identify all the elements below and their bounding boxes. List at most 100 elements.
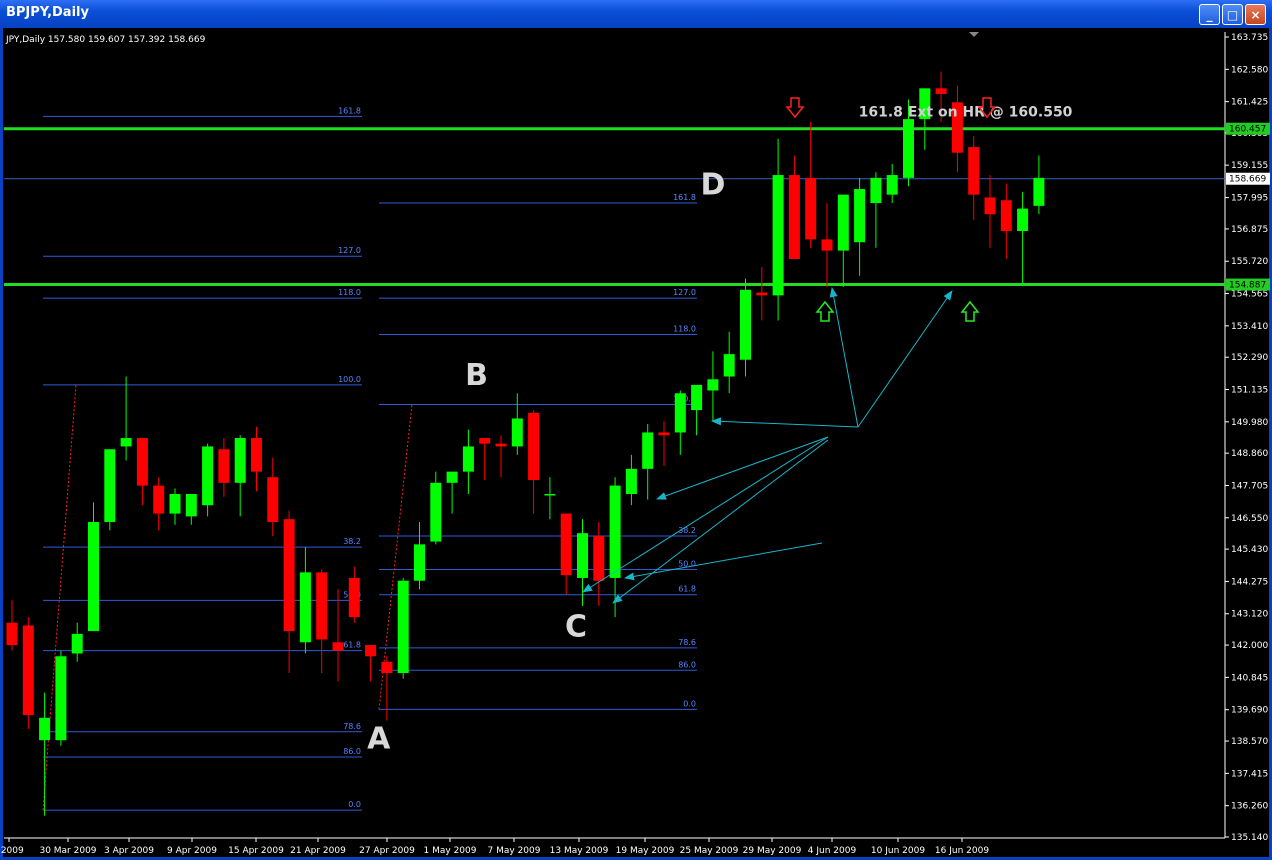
candle-body <box>625 468 637 495</box>
time-tick-label: 10 Jun 2009 <box>871 846 925 856</box>
candle-body <box>136 438 148 486</box>
fib-level-label: 127.0 <box>673 288 696 297</box>
fib-level-label: 78.6 <box>343 722 361 731</box>
price-tick-label: 159.155 <box>1231 161 1268 171</box>
time-tick-label: 9 Apr 2009 <box>167 846 217 856</box>
fib-level-label: 118.0 <box>338 288 361 297</box>
candle-body <box>430 482 442 542</box>
fib-level-label: 38.2 <box>343 537 361 546</box>
candle-body <box>903 119 914 178</box>
fib-level-label: 61.8 <box>678 585 696 594</box>
candle-body <box>251 438 262 472</box>
candle-body <box>316 572 328 640</box>
fib-level-label: 0.0 <box>683 699 696 708</box>
price-tick-label: 154.565 <box>1231 290 1268 300</box>
fib-level-label: 118.0 <box>673 325 696 334</box>
candle-body <box>593 535 605 581</box>
candle-body <box>365 645 377 657</box>
candle-body <box>511 418 523 447</box>
up-arrow-icon <box>960 300 980 322</box>
candle-body <box>968 147 980 195</box>
candle-body <box>299 572 311 643</box>
current-price-label: 158.669 <box>1229 175 1266 185</box>
price-tick-label: 140.845 <box>1231 673 1268 683</box>
fib-level-label: 127.0 <box>338 246 361 255</box>
candle-body <box>348 577 360 618</box>
candle-body <box>560 513 572 576</box>
candle-body <box>642 432 654 469</box>
pointer-arrow <box>857 290 953 428</box>
candle-body <box>169 494 181 514</box>
time-tick-label: 16 Jun 2009 <box>935 846 989 856</box>
time-tick-label: 30 Mar 2009 <box>39 846 96 856</box>
candle-body <box>397 580 409 674</box>
candle-body <box>886 175 898 195</box>
point-label-b: B <box>465 358 488 393</box>
candle-body <box>104 449 116 522</box>
price-tick-label: 153.410 <box>1231 322 1268 332</box>
candle-body <box>55 656 67 741</box>
candle-body <box>234 438 246 483</box>
candle-body <box>935 88 947 94</box>
candle-body <box>218 449 230 483</box>
pointer-arrow <box>624 542 823 581</box>
candle-body <box>756 292 768 296</box>
candle-body <box>984 197 996 215</box>
candle-body <box>332 642 344 651</box>
price-tick-label: 139.690 <box>1231 706 1268 716</box>
candle-body <box>658 432 670 436</box>
price-tick-label: 162.580 <box>1231 65 1268 75</box>
time-tick-label: 13 May 2009 <box>550 846 609 856</box>
price-tick-label: 151.135 <box>1231 386 1268 396</box>
up-arrow-icon <box>815 300 835 322</box>
candle-body <box>6 622 18 646</box>
candle-body <box>805 177 817 240</box>
candle-body <box>577 533 588 578</box>
time-tick-label: 27 Apr 2009 <box>359 846 415 856</box>
price-tick-label: 148.860 <box>1231 449 1268 459</box>
candle-body <box>740 289 751 360</box>
fib-level-label: 161.8 <box>673 193 696 202</box>
candle-body <box>1033 177 1045 206</box>
pointer-arrow <box>829 287 859 428</box>
time-tick-label: 29 May 2009 <box>743 846 802 856</box>
price-tick-label: 163.735 <box>1231 33 1268 43</box>
fib-level-label: 86.0 <box>343 747 361 756</box>
price-tick-label: 145.430 <box>1231 545 1268 555</box>
candle-body <box>185 494 197 517</box>
point-label-a: A <box>367 722 391 757</box>
time-tick-label: 15 Apr 2009 <box>228 846 284 856</box>
time-tick-label: 25 May 2009 <box>680 846 739 856</box>
candle-body <box>674 393 686 433</box>
fib-level-label: 61.8 <box>343 641 361 650</box>
candle-body <box>202 446 214 506</box>
candle-body <box>723 354 735 377</box>
candle-body <box>707 379 719 391</box>
price-tick-label: 161.425 <box>1231 98 1268 108</box>
price-tick-label: 138.570 <box>1231 737 1268 747</box>
fib-level-label: 78.6 <box>678 638 696 647</box>
candle-body <box>39 717 51 741</box>
price-tick-label: 149.980 <box>1231 418 1268 428</box>
candle-body <box>479 438 491 444</box>
candlestick-chart[interactable]: 163.735162.580161.425160.305159.155157.9… <box>0 0 1272 860</box>
candle-body <box>283 519 295 632</box>
candle-body <box>462 446 474 472</box>
candle-body <box>153 485 165 514</box>
candle-body <box>120 438 132 447</box>
price-tick-label: 146.550 <box>1231 514 1268 524</box>
time-tick-label: 4 Jun 2009 <box>808 846 857 856</box>
price-tick-label: 155.720 <box>1231 257 1268 267</box>
extension-annotation: 161.8 Ext on HR @ 160.550 <box>859 104 1073 120</box>
candle-body <box>854 189 866 243</box>
price-tick-label: 147.705 <box>1231 481 1268 491</box>
candle-body <box>381 661 393 674</box>
price-tick-label: 142.000 <box>1231 641 1268 651</box>
candle-body <box>446 471 458 483</box>
fib-level-label: 86.0 <box>678 660 696 669</box>
price-tick-label: 143.120 <box>1231 610 1268 620</box>
time-tick-label: 21 Apr 2009 <box>290 846 346 856</box>
time-tick-label: 7 May 2009 <box>488 846 541 856</box>
candle-body <box>821 239 833 251</box>
pointer-arrow <box>656 436 829 500</box>
